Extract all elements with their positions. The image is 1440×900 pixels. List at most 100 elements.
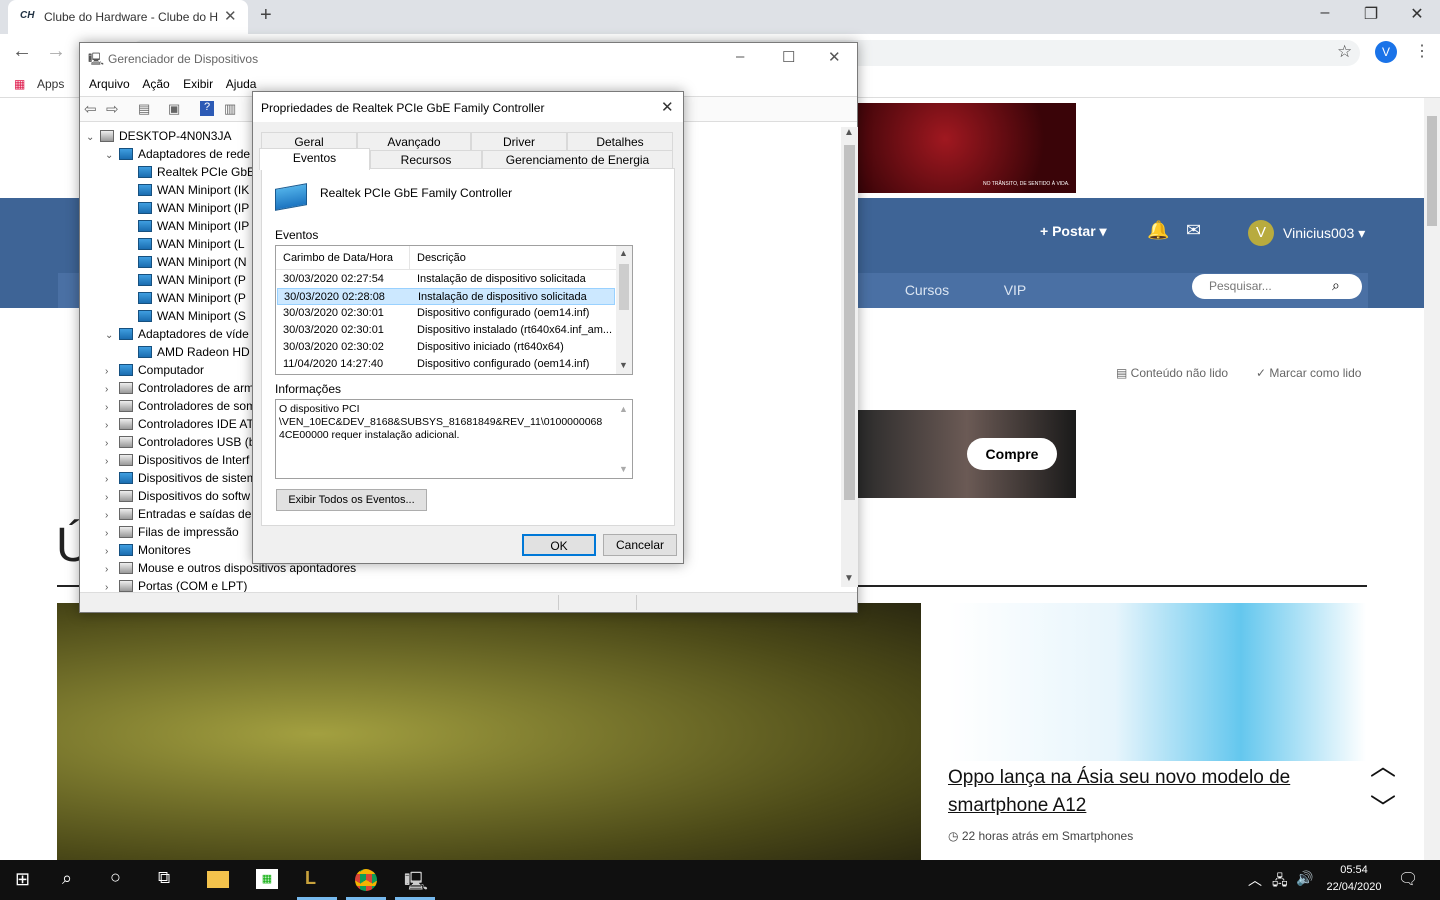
tab-gerenciamento-energia[interactable]: Gerenciamento de Energia: [482, 150, 673, 168]
tab-avancado[interactable]: Avançado: [357, 132, 471, 150]
menu-acao[interactable]: Ação: [142, 77, 169, 91]
browser-tab[interactable]: CH Clube do Hardware - Clube do H ✕: [8, 0, 248, 34]
league-icon[interactable]: L: [305, 868, 316, 889]
events-scroll-thumb[interactable]: [619, 264, 629, 310]
events-scrollbar[interactable]: ▲ ▼: [616, 246, 632, 374]
toolbar-list-icon[interactable]: ▣: [168, 101, 180, 117]
apps-bookmark[interactable]: Apps: [37, 77, 64, 91]
tree-item-label: Controladores de som: [138, 399, 257, 413]
forward-icon[interactable]: →: [46, 40, 66, 63]
volume-tray-icon[interactable]: 🔊: [1296, 870, 1313, 887]
menu-dots-icon[interactable]: ⋮: [1414, 41, 1430, 61]
windows-start-icon[interactable]: ⊞: [15, 869, 30, 890]
expand-chevron-icon[interactable]: ⌄: [105, 327, 119, 345]
tray-chevron-icon[interactable]: ︿: [1248, 870, 1262, 890]
tree-scroll-thumb[interactable]: [844, 145, 855, 500]
tab-panel: Realtek PCIe GbE Family Controller Event…: [261, 168, 675, 526]
tree-item-label: WAN Miniport (S: [157, 309, 246, 323]
minimize-icon[interactable]: –: [1310, 4, 1340, 22]
info-scroll-down-icon[interactable]: ▼: [619, 464, 628, 474]
clock-time[interactable]: 05:54: [1324, 864, 1384, 876]
hero-article-image[interactable]: [57, 603, 921, 860]
article-image-phone[interactable]: [948, 603, 1366, 761]
devmgr-close-icon[interactable]: ✕: [828, 48, 841, 66]
close-window-icon[interactable]: ✕: [1402, 4, 1432, 24]
close-tab-icon[interactable]: ✕: [224, 7, 237, 25]
device-manager-taskbar-icon[interactable]: 🖳: [404, 869, 428, 899]
unread-content-link[interactable]: ▤ Conteúdo não lido: [1116, 366, 1228, 380]
cortana-icon[interactable]: ○: [110, 867, 121, 888]
event-row[interactable]: 30/03/2020 02:30:01 Dispositivo instalado…: [277, 322, 615, 339]
info-box[interactable]: O dispositivo PCI \VEN_10EC&DEV_8168&SUB…: [275, 399, 633, 479]
nav-cursos[interactable]: Cursos: [878, 273, 976, 308]
tree-item-label: Dispositivos do softw: [138, 489, 251, 503]
menu-exibir[interactable]: Exibir: [183, 77, 213, 91]
expand-chevron-icon[interactable]: ⌄: [105, 147, 119, 165]
devmgr-minimize-icon[interactable]: –: [736, 48, 744, 65]
file-explorer-icon[interactable]: [207, 871, 229, 888]
user-avatar[interactable]: V: [1248, 220, 1274, 246]
new-tab-icon[interactable]: +: [260, 4, 272, 27]
tab-recursos[interactable]: Recursos: [370, 150, 482, 168]
ad-banner-top[interactable]: NO TRÂNSITO, DE SENTIDO À VIDA.: [858, 103, 1076, 193]
event-row[interactable]: 30/03/2020 02:28:08 Instalação de disposi…: [277, 288, 615, 305]
devmgr-maximize-icon[interactable]: ☐: [782, 48, 795, 66]
tree-item[interactable]: › Portas (COM e LPT): [82, 577, 842, 592]
tree-scrollbar[interactable]: ▲ ▼: [841, 127, 858, 587]
toolbar-view-icon[interactable]: ▥: [224, 101, 236, 117]
scroll-down-icon[interactable]: ▼: [844, 573, 854, 584]
tree-item-label: Controladores de arm: [138, 381, 255, 395]
search-icon[interactable]: ⌕: [1332, 277, 1340, 294]
events-scroll-up-icon[interactable]: ▲: [619, 248, 628, 258]
toolbar-forward-icon[interactable]: ⇨: [106, 100, 119, 118]
cancel-button[interactable]: Cancelar: [603, 534, 677, 556]
page-scrollbar[interactable]: [1424, 98, 1440, 860]
expand-chevron-icon[interactable]: ›: [105, 579, 119, 592]
menu-arquivo[interactable]: Arquivo: [89, 77, 130, 91]
article-title[interactable]: Oppo lança na Ásia seu novo modelo de sm…: [948, 764, 1366, 820]
event-row[interactable]: 11/04/2020 14:27:40 Dispositivo configura…: [277, 356, 615, 373]
tab-detalhes[interactable]: Detalhes: [567, 132, 673, 150]
scroll-up-icon[interactable]: ▲: [844, 127, 854, 138]
ad-buy-button[interactable]: Compre: [967, 438, 1057, 470]
expand-chevron-icon[interactable]: ⌄: [86, 129, 100, 147]
clock-date[interactable]: 22/04/2020: [1318, 881, 1390, 893]
restore-icon[interactable]: ❐: [1356, 4, 1386, 24]
tab-eventos[interactable]: Eventos: [259, 148, 370, 170]
info-scroll-up-icon[interactable]: ▲: [619, 404, 628, 414]
col-desc-header[interactable]: Descrição: [417, 252, 466, 264]
mail-icon[interactable]: ✉: [1186, 220, 1201, 241]
user-name[interactable]: Vinicius003 ▾: [1283, 225, 1365, 242]
col-time-header[interactable]: Carimbo de Data/Hora: [283, 252, 393, 264]
event-row[interactable]: 30/03/2020 02:27:54 Instalação de disposi…: [277, 271, 615, 288]
store-icon[interactable]: ▦: [256, 869, 278, 889]
task-view-icon[interactable]: ⧉: [158, 868, 170, 888]
toolbar-back-icon[interactable]: ⇦: [84, 100, 97, 118]
nav-vip[interactable]: VIP: [988, 273, 1042, 308]
tab-driver[interactable]: Driver: [471, 132, 567, 150]
tree-item-label: Filas de impressão: [138, 525, 239, 539]
carousel-down-icon[interactable]: ﹀: [1370, 788, 1396, 825]
notifications-icon[interactable]: 🗨: [1398, 869, 1418, 889]
bell-icon[interactable]: 🔔: [1147, 220, 1169, 241]
site-search-input[interactable]: Pesquisar... ⌕: [1192, 274, 1362, 299]
page-scroll-thumb[interactable]: [1427, 116, 1437, 226]
event-row[interactable]: 30/03/2020 02:30:02 Dispositivo iniciado …: [277, 339, 615, 356]
ok-button[interactable]: OK: [522, 534, 596, 556]
menu-ajuda[interactable]: Ajuda: [226, 77, 257, 91]
search-taskbar-icon[interactable]: ⌕: [62, 868, 72, 889]
events-scroll-down-icon[interactable]: ▼: [619, 360, 628, 370]
chrome-icon[interactable]: [355, 869, 377, 891]
show-all-events-button[interactable]: Exibir Todos os Eventos...: [276, 489, 427, 511]
carousel-up-icon[interactable]: ︿: [1370, 746, 1396, 783]
mark-read-link[interactable]: ✓ Marcar como lido: [1256, 366, 1361, 380]
profile-avatar[interactable]: V: [1375, 41, 1397, 63]
toolbar-help-icon[interactable]: ?: [200, 101, 214, 116]
event-row[interactable]: 30/03/2020 02:30:01 Dispositivo configura…: [277, 305, 615, 322]
dialog-close-icon[interactable]: ✕: [661, 98, 674, 116]
toolbar-properties-icon[interactable]: ▤: [138, 101, 150, 117]
post-button[interactable]: + Postar ▾: [1040, 223, 1107, 240]
bookmark-star-icon[interactable]: ☆: [1337, 42, 1352, 62]
network-tray-icon[interactable]: 🖧: [1272, 870, 1288, 894]
back-icon[interactable]: ←: [12, 40, 32, 63]
